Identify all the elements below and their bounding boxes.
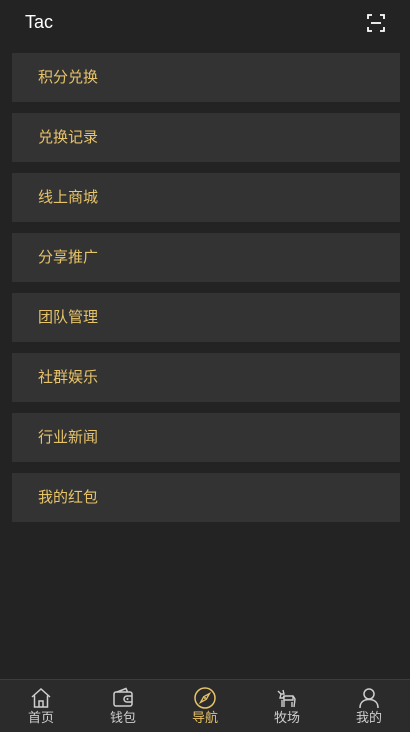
tab-home-label: 首页 [27, 711, 54, 726]
menu-item-community-entertainment[interactable]: 社群娱乐 [12, 353, 400, 402]
bottom-tab-bar: 首页 钱包 导航 牧场 我的 [0, 679, 410, 732]
menu-item-online-mall[interactable]: 线上商城 [12, 173, 400, 222]
menu-item-exchange-records[interactable]: 兑换记录 [12, 113, 400, 162]
app-screen: Tac 积分兑换 兑换记录 线上商城 分享推广 团队管理 社群娱乐 行业新闻 我… [0, 0, 410, 732]
tab-wallet[interactable]: 钱包 [82, 680, 164, 732]
navigation-menu: 积分兑换 兑换记录 线上商城 分享推广 团队管理 社群娱乐 行业新闻 我的红包 [12, 53, 400, 533]
tab-wallet-label: 钱包 [109, 711, 136, 726]
user-icon [359, 688, 379, 709]
tab-ranch-label: 牧场 [273, 711, 300, 726]
scan-icon [367, 14, 385, 32]
home-icon [31, 687, 51, 708]
tab-mine-label: 我的 [355, 711, 382, 726]
scan-button[interactable] [363, 10, 389, 36]
compass-icon [194, 687, 216, 709]
top-header: Tac [0, 0, 410, 46]
wallet-icon [113, 687, 133, 707]
menu-item-my-red-packet[interactable]: 我的红包 [12, 473, 400, 522]
menu-item-share-promotion[interactable]: 分享推广 [12, 233, 400, 282]
menu-item-industry-news[interactable]: 行业新闻 [12, 413, 400, 462]
menu-item-points-exchange[interactable]: 积分兑换 [12, 53, 400, 102]
app-title: Tac [25, 12, 54, 32]
tab-ranch[interactable]: 牧场 [246, 680, 328, 732]
tab-navigation-label: 导航 [191, 711, 218, 726]
tab-mine[interactable]: 我的 [328, 680, 410, 732]
tab-home[interactable]: 首页 [0, 680, 82, 732]
cow-icon [277, 689, 296, 708]
tab-navigation[interactable]: 导航 [164, 680, 246, 732]
menu-item-team-management[interactable]: 团队管理 [12, 293, 400, 342]
